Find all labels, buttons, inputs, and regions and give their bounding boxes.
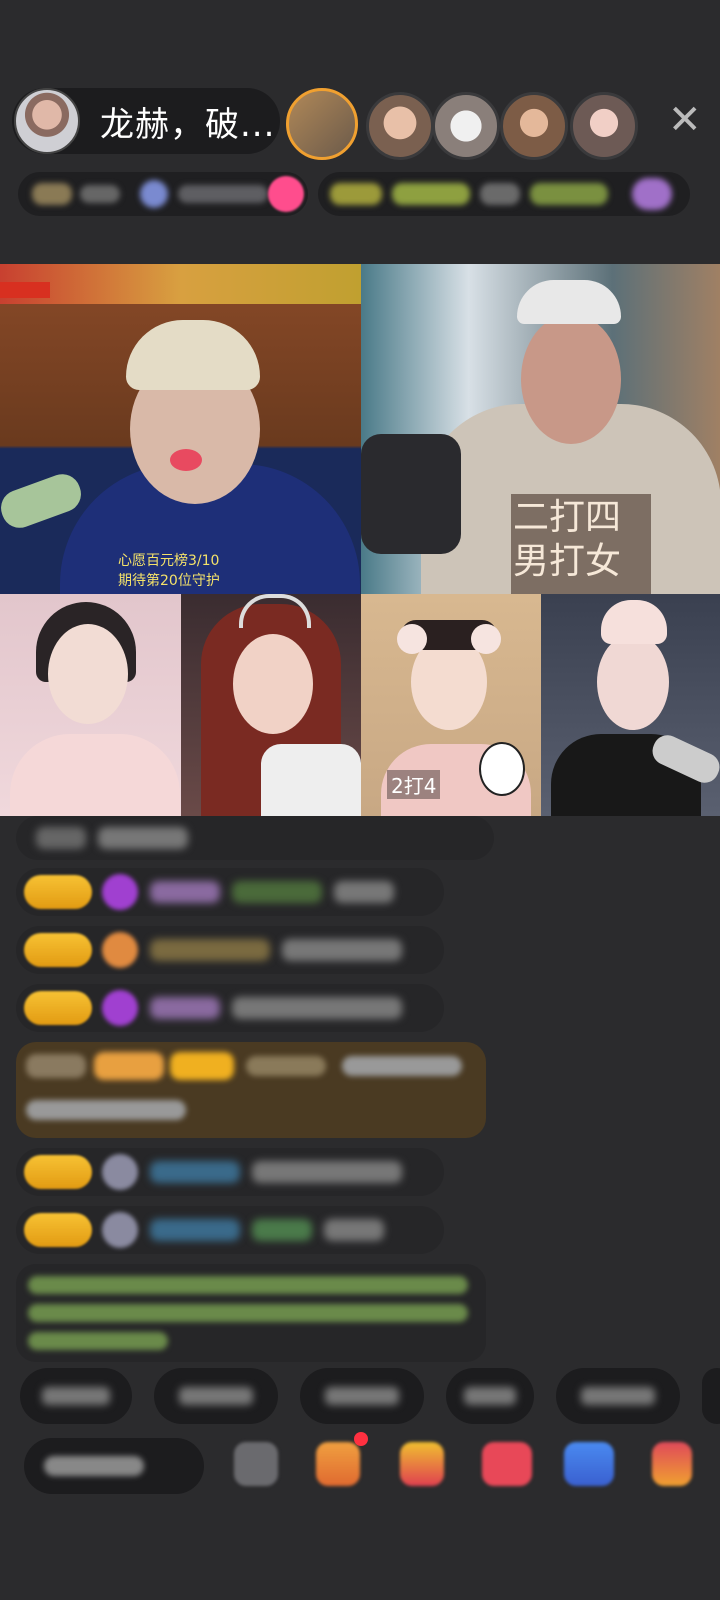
chat-message-highlight[interactable] — [16, 1042, 486, 1138]
chat-message[interactable] — [16, 926, 444, 974]
viewer-avatar[interactable] — [570, 92, 638, 160]
room-tags-bar[interactable] — [318, 172, 690, 216]
video-tile-guest[interactable]: 二打四 男打女 — [361, 264, 720, 594]
host-name: 龙赫，破... — [100, 104, 276, 145]
video-tile-guest[interactable] — [181, 594, 361, 816]
system-notice — [16, 1264, 486, 1362]
chat-bubble-icon[interactable] — [564, 1442, 614, 1486]
more-icon[interactable] — [234, 1442, 278, 1486]
quick-action-button[interactable] — [702, 1368, 720, 1424]
close-icon[interactable]: ✕ — [668, 100, 702, 140]
chat-message[interactable] — [16, 868, 444, 916]
rank-line-2: 期待第20位守护 — [118, 573, 220, 589]
chat-input[interactable] — [24, 1438, 204, 1494]
rank-line-1: 心愿百元榜3/10 — [118, 553, 220, 569]
chat-message[interactable] — [16, 1206, 444, 1254]
gift-box-icon[interactable] — [316, 1442, 360, 1486]
viewer-avatar[interactable] — [500, 92, 568, 160]
chat-message[interactable] — [16, 1148, 444, 1196]
notification-dot — [354, 1432, 368, 1446]
host-avatar[interactable] — [14, 88, 80, 154]
video-tile-guest[interactable] — [0, 594, 181, 816]
caption-line-2: 男打女 — [513, 541, 622, 582]
activity-icon[interactable] — [652, 1442, 692, 1486]
room-info-bar[interactable] — [18, 172, 308, 216]
pk-icon[interactable] — [482, 1442, 532, 1486]
caption-line-1: 二打四 — [513, 497, 622, 538]
viewer-avatar[interactable] — [366, 92, 434, 160]
quick-action-button[interactable] — [154, 1368, 278, 1424]
quick-action-button[interactable] — [300, 1368, 424, 1424]
quick-action-button[interactable] — [446, 1368, 534, 1424]
chat-message[interactable] — [16, 984, 444, 1032]
match-label: 2打4 — [387, 770, 441, 799]
quick-action-button[interactable] — [556, 1368, 680, 1424]
video-tile-guest[interactable] — [541, 594, 720, 816]
quick-action-button[interactable] — [20, 1368, 132, 1424]
host-info-pill[interactable]: 龙赫，破... — [12, 88, 280, 154]
top-viewer-avatar[interactable] — [286, 88, 358, 160]
video-tile-host[interactable]: 心愿百元榜3/10 期待第20位守护 — [0, 264, 361, 594]
chat-message[interactable] — [16, 816, 494, 860]
gift-icon[interactable] — [400, 1442, 444, 1486]
viewer-avatar[interactable] — [432, 92, 500, 160]
video-tile-guest[interactable]: 2打4 — [361, 594, 541, 816]
